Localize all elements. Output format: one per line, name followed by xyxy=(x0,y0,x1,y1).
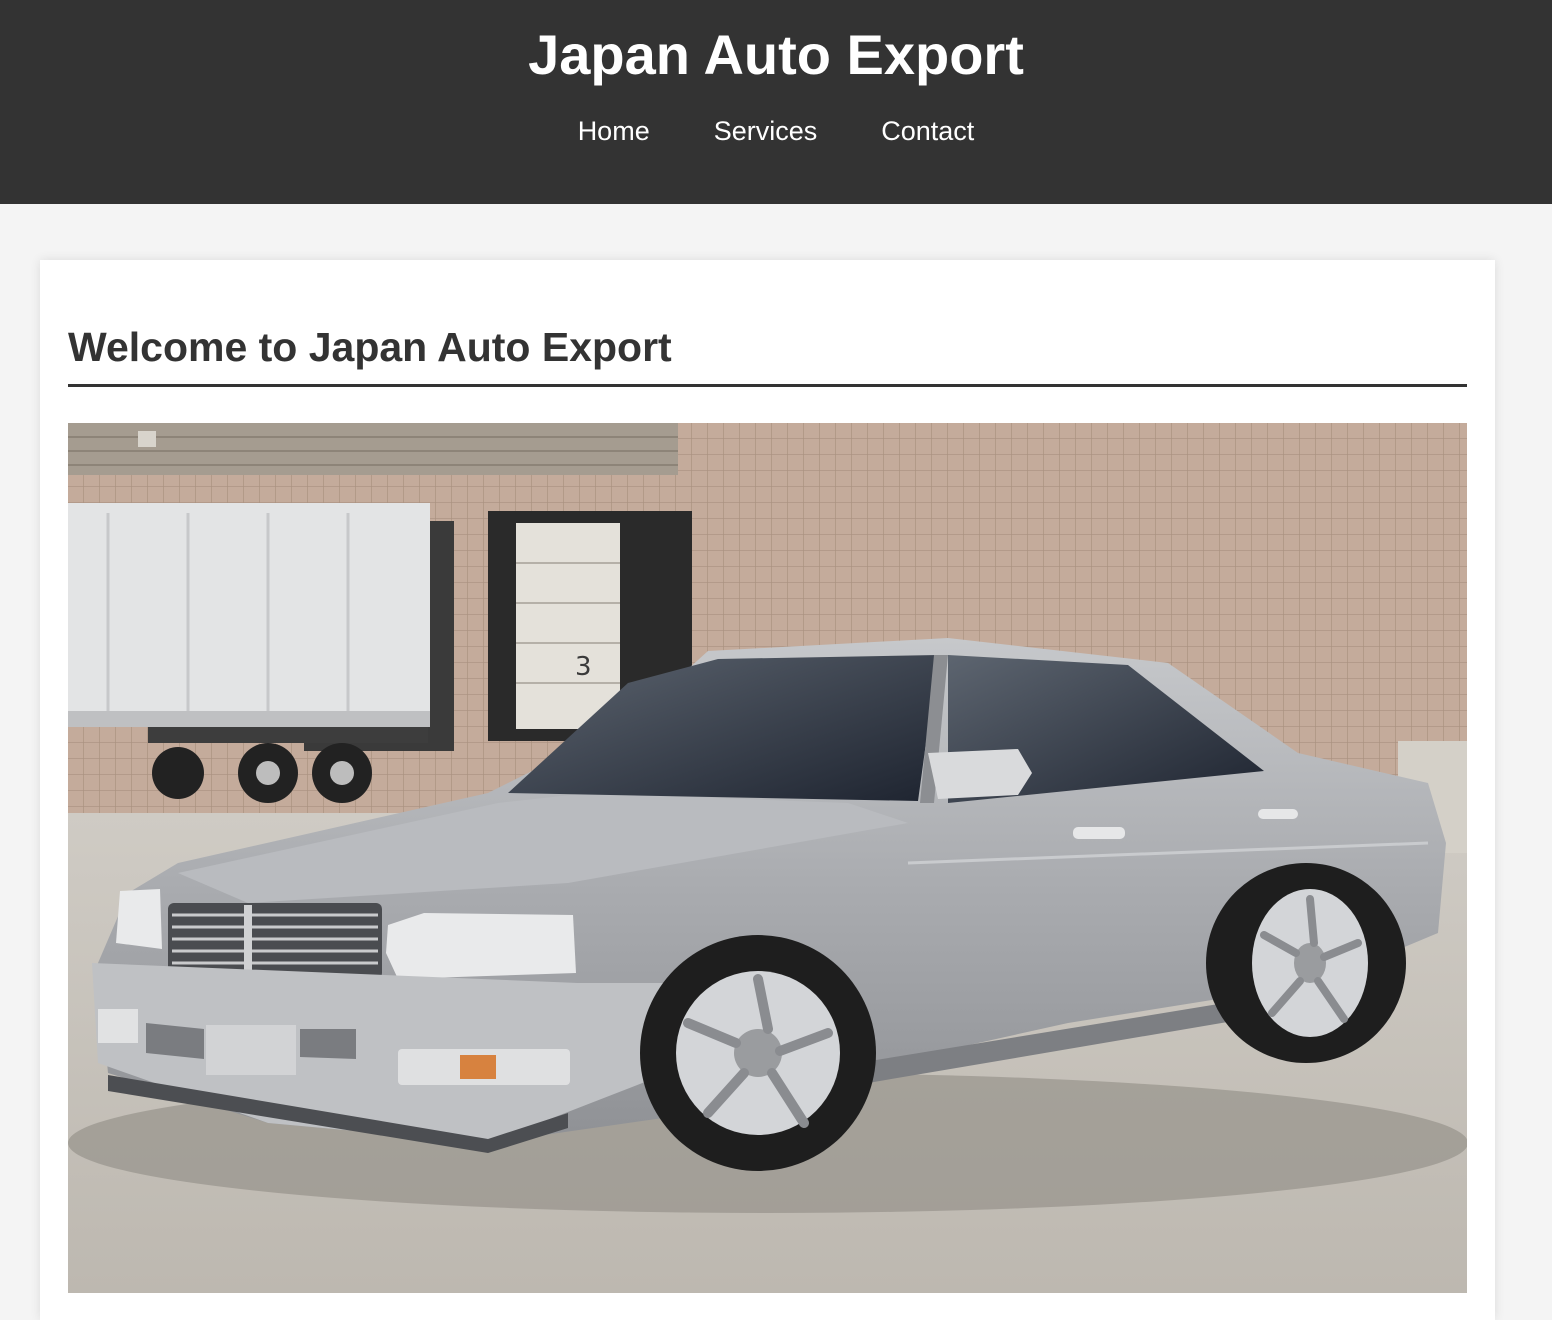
site-title: Japan Auto Export xyxy=(528,23,1024,86)
dock-number-label: 3 xyxy=(575,652,592,682)
site-header: Japan Auto Export Home Services Contact xyxy=(0,0,1552,204)
heading-divider xyxy=(68,384,1467,387)
nav-home-link[interactable]: Home xyxy=(578,114,650,148)
main-nav: Home Services Contact xyxy=(0,114,1552,148)
nav-services-link[interactable]: Services xyxy=(714,114,818,148)
hero-car-image: 3 xyxy=(68,423,1467,1293)
welcome-heading: Welcome to Japan Auto Export xyxy=(68,324,672,370)
content-card: Welcome to Japan Auto Export 3 xyxy=(40,260,1495,1320)
nav-contact-link[interactable]: Contact xyxy=(881,114,974,148)
